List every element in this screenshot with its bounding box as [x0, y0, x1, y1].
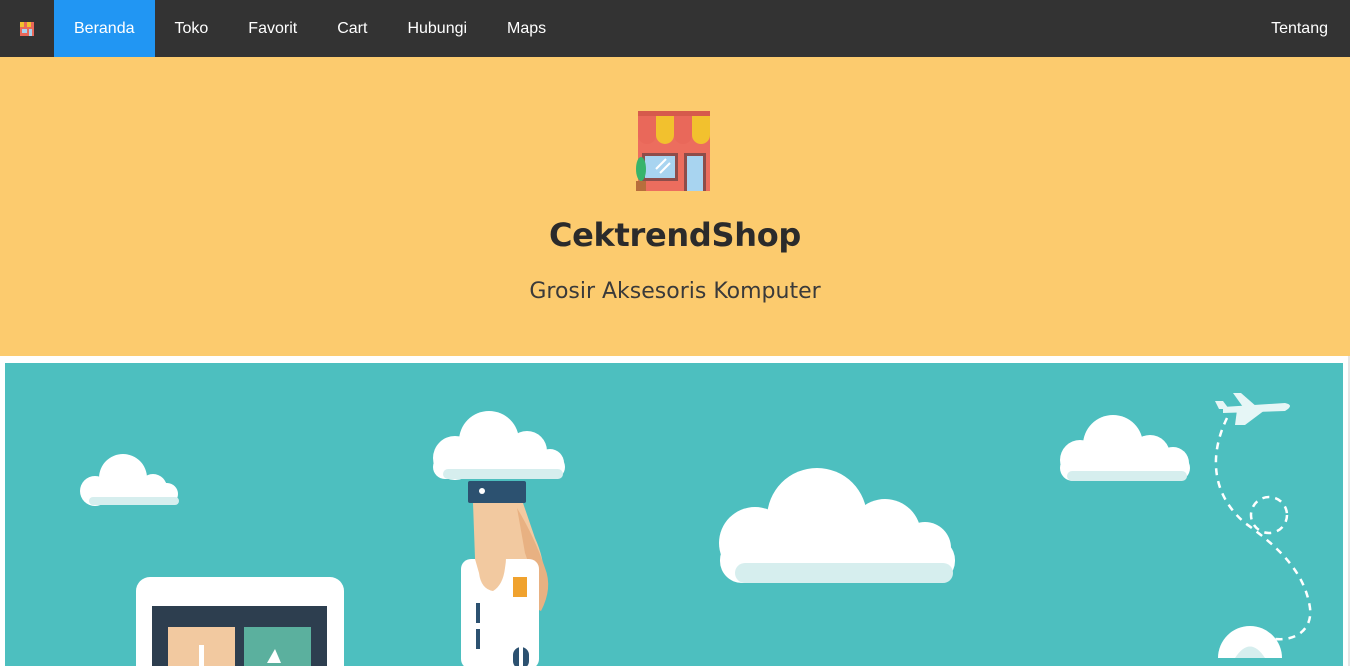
- banner-illustration: [5, 363, 1343, 666]
- nav-item-toko[interactable]: Toko: [155, 0, 229, 57]
- parachute-icon: [1218, 626, 1282, 658]
- shop-icon: [20, 21, 34, 36]
- page-title: CektrendShop: [548, 216, 802, 254]
- nav-item-beranda[interactable]: Beranda: [54, 0, 155, 57]
- hand-holding-card-icon: [461, 481, 549, 666]
- nav-item-cart[interactable]: Cart: [317, 0, 387, 57]
- top-navbar: Beranda Toko Favorit Cart Hubungi Maps T…: [0, 0, 1350, 57]
- nav-home-logo[interactable]: [0, 0, 54, 57]
- nav-item-hubungi[interactable]: Hubungi: [387, 0, 487, 57]
- page-subtitle: Grosir Aksesoris Komputer: [529, 279, 821, 304]
- nav-item-favorit[interactable]: Favorit: [228, 0, 317, 57]
- hero-section: CektrendShop Grosir Aksesoris Komputer: [0, 57, 1350, 356]
- nav-item-tentang[interactable]: Tentang: [1251, 0, 1350, 57]
- nav-item-maps[interactable]: Maps: [487, 0, 566, 57]
- storefront-icon: [636, 111, 710, 191]
- tablet-icon: [136, 577, 344, 666]
- online-shopping-illustration: [80, 393, 1312, 666]
